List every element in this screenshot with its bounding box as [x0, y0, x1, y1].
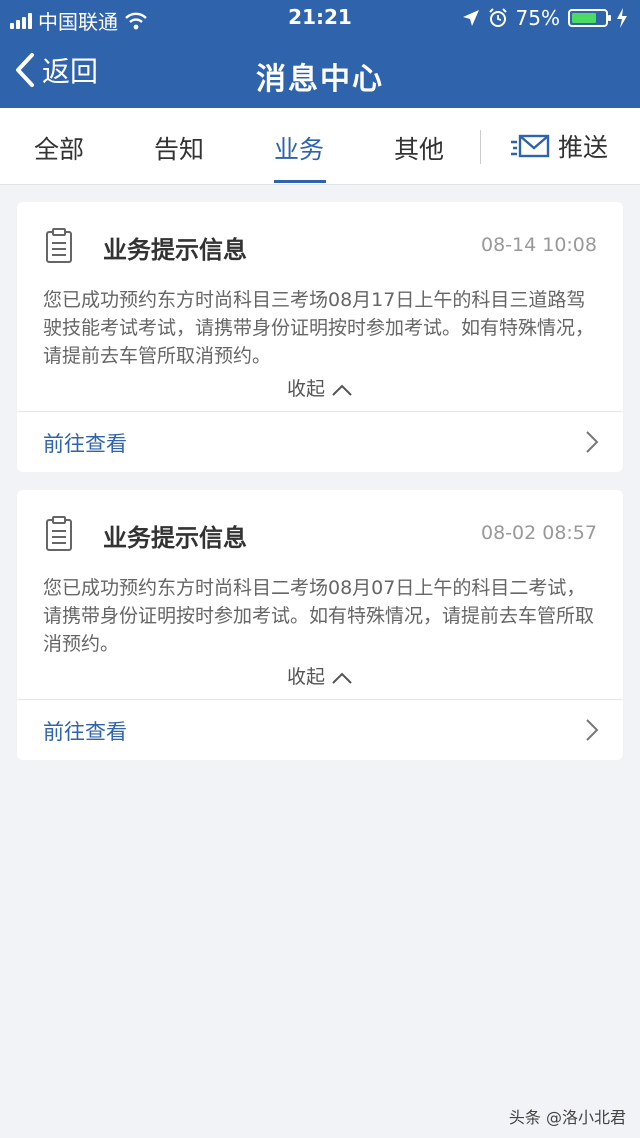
envelope-icon [511, 134, 550, 158]
status-bar: 中国联通 21:21 75% [0, 0, 640, 36]
push-button[interactable]: 推送 [510, 128, 608, 164]
chevron-right-icon[interactable] [585, 718, 599, 742]
collapse-button[interactable]: 收起 [17, 374, 623, 401]
divider [17, 699, 623, 700]
tab-other[interactable]: 其他 [394, 130, 444, 166]
tab-business[interactable]: 业务 [274, 130, 324, 166]
location-icon [462, 10, 479, 26]
chevron-right-icon[interactable] [585, 430, 599, 454]
active-tab-indicator [274, 180, 326, 183]
clipboard-icon [46, 228, 72, 263]
view-details-link[interactable]: 前往查看 [43, 428, 127, 458]
message-time: 08-14 10:08 [480, 234, 597, 256]
status-right: 75% [462, 6, 628, 30]
back-label: 返回 [42, 55, 99, 88]
battery-icon [568, 9, 611, 27]
alarm-icon [488, 8, 507, 27]
collapse-label: 收起 [286, 378, 325, 400]
chevron-up-icon [332, 384, 352, 396]
charging-icon [617, 8, 627, 28]
message-time: 08-02 08:57 [480, 522, 597, 544]
message-card: 业务提示信息 08-14 10:08 您已成功预约东方时尚科目三考场08月17日… [17, 202, 623, 472]
chevron-left-icon [16, 53, 34, 87]
message-title: 业务提示信息 [103, 236, 247, 264]
chevron-up-icon [332, 672, 352, 684]
view-details-link[interactable]: 前往查看 [43, 716, 127, 746]
divider [17, 411, 623, 412]
message-body: 您已成功预约东方时尚科目三考场08月17日上午的科目三道路驾驶技能考试考试，请携… [43, 289, 595, 367]
top-bar: 中国联通 21:21 75% 返回 消息中心 [0, 0, 640, 108]
tab-bar: 全部 告知 业务 其他 推送 [0, 108, 640, 185]
watermark: 头条 @洛小北君 [508, 1108, 626, 1127]
message-title: 业务提示信息 [103, 524, 247, 552]
message-body: 您已成功预约东方时尚科目二考场08月07日上午的科目二考试，请携带身份证明按时参… [43, 577, 595, 655]
push-label: 推送 [558, 133, 609, 162]
tab-divider [480, 130, 481, 164]
tab-notice[interactable]: 告知 [154, 130, 204, 166]
collapse-button[interactable]: 收起 [17, 662, 623, 689]
battery-fill [572, 13, 596, 23]
message-card: 业务提示信息 08-02 08:57 您已成功预约东方时尚科目二考场08月07日… [17, 490, 623, 760]
clipboard-icon [46, 516, 72, 551]
back-button[interactable]: 返回 [14, 50, 98, 90]
battery-percent: 75% [515, 6, 560, 30]
collapse-label: 收起 [286, 666, 325, 688]
nav-bar: 返回 消息中心 [0, 36, 640, 108]
tab-all[interactable]: 全部 [34, 130, 84, 166]
